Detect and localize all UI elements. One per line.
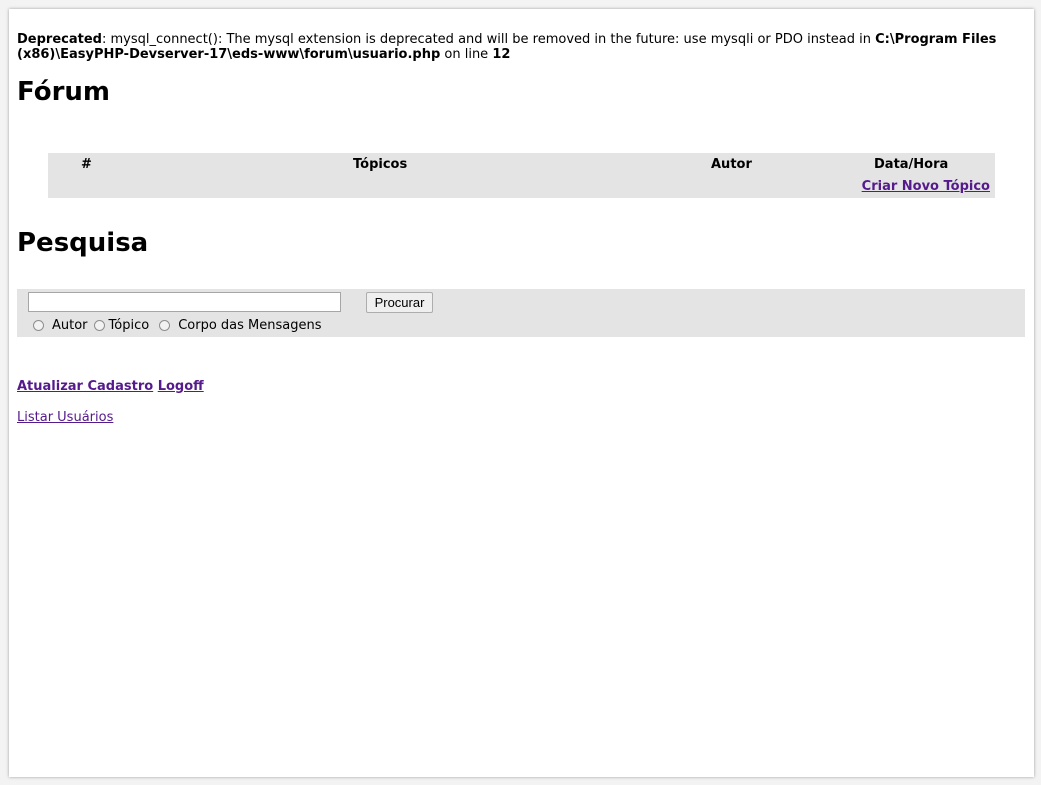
page: Deprecated: mysql_connect(): The mysql e… [9,9,1034,777]
warning-line-text: on line [440,47,493,62]
column-header-author: Autor [711,157,752,172]
search-title: Pesquisa [17,228,149,258]
warning-message: : mysql_connect(): The mysql extension i… [101,32,876,47]
column-header-topics: Tópicos [353,157,408,172]
warning-line-number: 12 [492,47,511,62]
search-panel: Procurar Autor Tópico Corpo das Mensagen… [17,289,1025,337]
search-options: Autor Tópico Corpo das Mensagens [33,318,327,333]
forum-topics-table: # Tópicos Autor Data/Hora Criar Novo Tóp… [48,153,995,198]
radio-topic-label: Tópico [108,318,150,333]
search-input[interactable] [28,292,341,312]
forum-title: Fórum [17,77,110,107]
column-header-datetime: Data/Hora [874,157,949,172]
logoff-link[interactable]: Logoff [158,379,204,394]
update-profile-link[interactable]: Atualizar Cadastro [17,379,153,394]
php-deprecated-warning: Deprecated: mysql_connect(): The mysql e… [17,32,1017,62]
create-new-topic-link[interactable]: Criar Novo Tópico [862,179,990,194]
radio-author-label: Autor [52,318,88,333]
radio-message-body[interactable] [159,320,171,331]
radio-author[interactable] [33,320,44,331]
radio-topic[interactable] [93,320,105,331]
radio-message-body-label: Corpo das Mensagens [178,318,322,333]
search-button[interactable]: Procurar [366,292,433,313]
users-links: Listar Usuários [17,410,113,425]
warning-label: Deprecated [17,32,102,47]
account-links: Atualizar Cadastro Logoff [17,379,204,394]
list-users-link[interactable]: Listar Usuários [17,410,113,425]
column-header-number: # [81,157,92,172]
